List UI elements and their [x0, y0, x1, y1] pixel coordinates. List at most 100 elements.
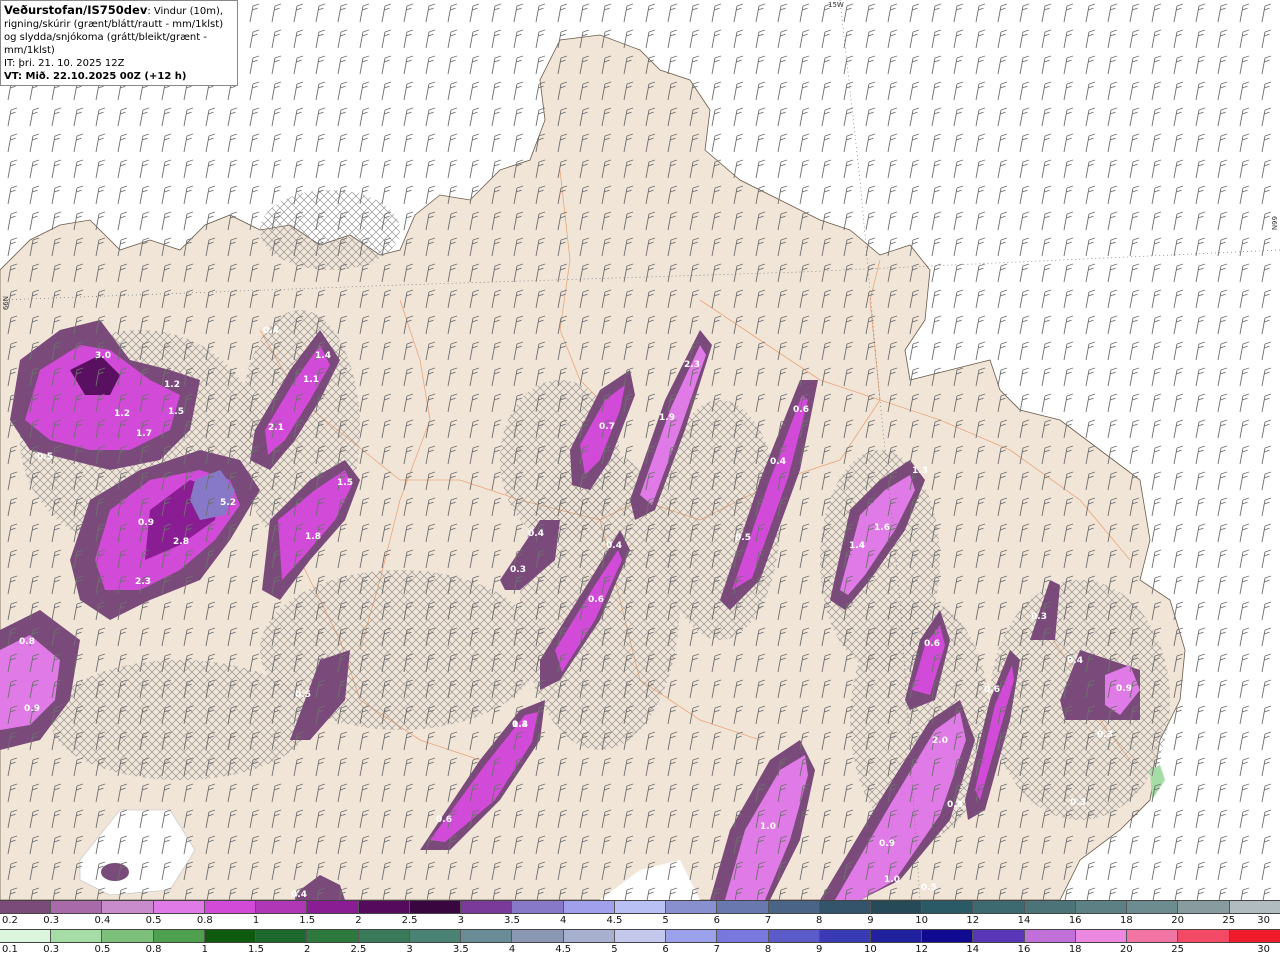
precip-value-label: 1.4	[512, 720, 528, 730]
precip-value-label: 0.5	[735, 533, 751, 543]
legend-swatch	[51, 901, 103, 913]
precip-value-label: 2.8	[173, 537, 189, 547]
legend-swatch	[102, 901, 154, 913]
precip-value-label: 0.9	[879, 839, 895, 849]
legend-swatch	[1229, 930, 1280, 942]
precip-value-label: 0.7	[599, 422, 615, 432]
legend-tick-label: 7	[764, 915, 772, 926]
legend-tick-label: 8	[764, 944, 772, 955]
legend-tick-label: 0.2	[2, 915, 18, 926]
valid-time: VT: Mið. 22.10.2025 00Z (+12 h)	[4, 71, 187, 82]
legend-tick-label: 25	[1171, 944, 1184, 955]
legend-tick-label: 2.5	[350, 944, 367, 955]
legend-tick-label: 20	[1171, 915, 1184, 926]
precip-value-label: 0.3	[1097, 730, 1113, 740]
legend-tick-label: 0.3	[43, 944, 60, 955]
legend-snow-ticks: 0.2 0.3 0.4 0.5 0.8 1 1.5 2 2.5 3 3.5 4 4.5 5 6 7 8 9 10 12…	[0, 915, 1280, 927]
legend-swatch	[768, 901, 820, 913]
legend-tick-label: 16	[1068, 915, 1082, 926]
precip-value-label: 0.6	[793, 405, 809, 415]
precip-value-label: 0.5	[921, 883, 937, 893]
legend-swatch	[563, 901, 615, 913]
legend-swatch	[512, 930, 564, 942]
legend-tick-label: 8	[816, 915, 823, 926]
legend-tick-label: 3	[406, 944, 413, 955]
legend-tick-label: 30	[1257, 915, 1270, 926]
legend-swatch	[1024, 901, 1076, 913]
precip-value-label: 1.5	[337, 478, 353, 488]
precip-value-label: 1.2	[164, 380, 180, 390]
legend-swatch	[717, 901, 769, 913]
precip-value-label: 1.4	[849, 541, 865, 551]
legend-tick-label: 14	[1017, 915, 1031, 926]
precip-value-label: 0.9	[24, 704, 40, 714]
legend-swatch	[922, 930, 974, 942]
legend-tick-label: 20	[1120, 944, 1133, 955]
legend-tick-label: 18	[1120, 915, 1133, 926]
legend-tick-label: 4.5	[555, 944, 572, 955]
legend-swatch	[512, 901, 564, 913]
legend-rain: 0.1 0.3 0.5 0.8 1 1.5 2 2.5 3 3.5 4 4.5 5 6 7 8 9 10 12 14 1…	[0, 929, 1280, 958]
precip-value-label: 0.3	[1031, 612, 1047, 622]
legend-swatch	[1127, 930, 1179, 942]
legend-swatch	[153, 930, 205, 942]
lon-label-15w: 15W	[828, 1, 844, 9]
precip-value-label: 2.1	[268, 423, 284, 433]
legend-swatch	[461, 930, 513, 942]
legend-swatch	[819, 901, 871, 913]
legend-tick-label: 12	[915, 944, 928, 955]
legend-tick-label: 1	[201, 944, 208, 955]
precip-value-label: 0.6	[984, 685, 1000, 695]
legend-tick-label: 5	[611, 944, 618, 955]
legend-tick-label: 14	[966, 944, 980, 955]
legend-swatch	[358, 901, 410, 913]
legend-swatch	[102, 930, 154, 942]
lat-label-66n-left: 66N	[2, 296, 10, 311]
legend-swatch	[0, 901, 52, 913]
legend-swatch	[1178, 901, 1230, 913]
precip-value-label: 0.5	[37, 452, 53, 462]
precip-value-label: 1.6	[874, 523, 890, 533]
legend-tick-label: 1.5	[248, 944, 264, 955]
legend-tick-label: 4	[508, 944, 516, 955]
legend-swatch	[563, 930, 615, 942]
legend-swatch	[307, 930, 359, 942]
precip-value-label: 2.0	[932, 736, 948, 746]
legend-swatch	[256, 901, 308, 913]
legend-swatch	[409, 901, 462, 913]
legend-swatch	[1127, 901, 1179, 913]
legend-swatch	[204, 901, 257, 913]
precip-value-label: 0.4	[606, 541, 622, 551]
precip-value-label: 0.9	[138, 518, 154, 528]
precip-value-label: 0.6	[588, 595, 604, 605]
precip-value-label: 1.0	[884, 875, 900, 885]
legend-tick-label: 0.8	[145, 944, 162, 955]
legend-swatch	[973, 930, 1025, 942]
legend-tick-label: 0.3	[43, 915, 60, 926]
legend-swatch	[870, 930, 923, 942]
precip-value-label: 0.3	[1070, 798, 1086, 808]
legend-snow-swatches	[0, 900, 1280, 914]
legend-tick-label: 7	[713, 944, 720, 955]
precip-value-label: 0.5	[295, 690, 311, 700]
precip-value-label: 1.1	[303, 375, 319, 385]
legend-swatch	[666, 901, 718, 913]
legend-tick-label: 2	[355, 915, 362, 926]
precip-value-label: 1.3	[912, 466, 928, 476]
source-name: Veðurstofan/IS750dev	[4, 3, 148, 17]
precip-value-label: 1.7	[136, 429, 152, 439]
legend-tick-label: 3.5	[452, 944, 469, 955]
legend-tick-label: 0.4	[94, 915, 111, 926]
legend-swatch	[461, 901, 513, 913]
legend-tick-label: 2.5	[401, 915, 418, 926]
precip-value-label: 0.6	[436, 815, 452, 825]
legend-rain-ticks: 0.1 0.3 0.5 0.8 1 1.5 2 2.5 3 3.5 4 4.5 5 6 7 8 9 10 12 14 1…	[0, 944, 1280, 956]
legend-tick-label: 16	[1017, 944, 1031, 955]
legend-swatch	[870, 901, 923, 913]
initial-time: IT: þri. 21. 10. 2025 12Z	[4, 58, 125, 69]
wind-barbs	[0, 0, 1280, 900]
legend-swatch	[1229, 901, 1280, 913]
weather-map[interactable]: 3.0 1.2 1.5 1.2 1.7 0.5 0.4 1.4 1.1 2.1 5.2 1.5 0.9 2…	[0, 0, 1280, 900]
precip-value-label: 3.0	[95, 351, 111, 361]
legend-tick-label: 1	[252, 915, 260, 926]
